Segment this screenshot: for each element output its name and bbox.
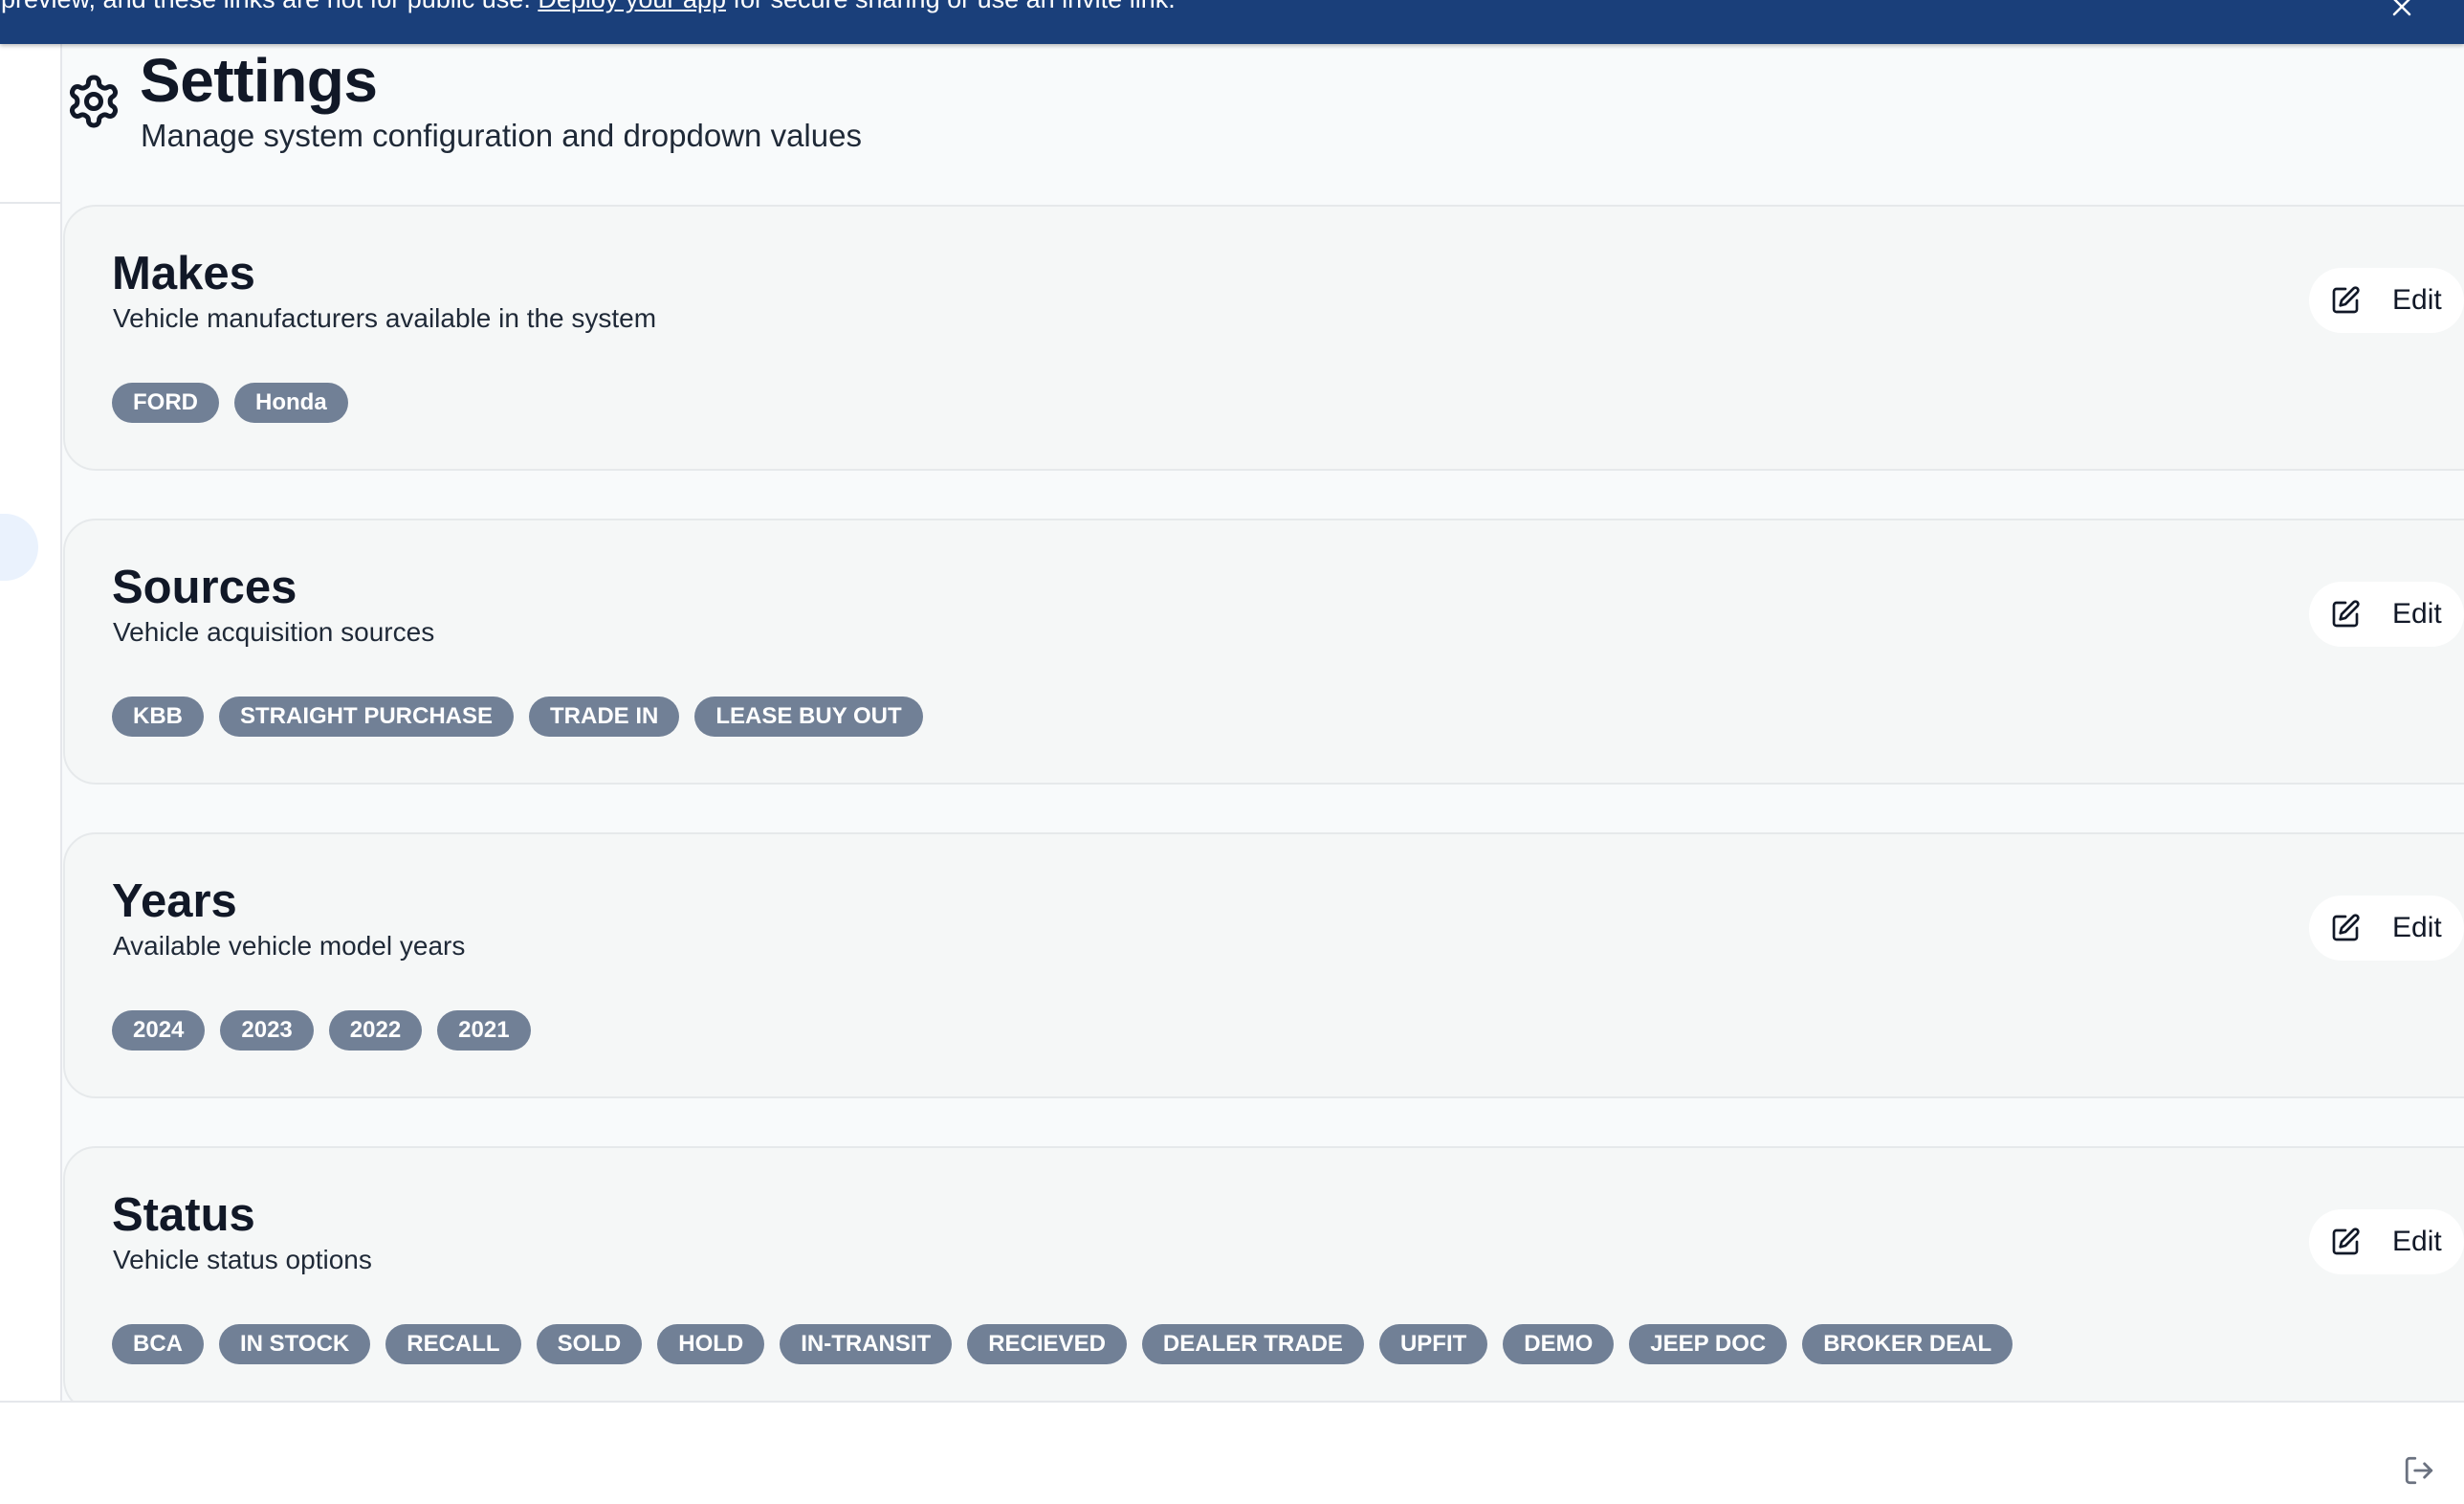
- close-icon[interactable]: [2389, 0, 2414, 19]
- chip: LEASE BUY OUT: [694, 697, 923, 737]
- edit-label: Edit: [2392, 598, 2442, 630]
- chip: TRADE IN: [529, 697, 680, 737]
- chip: 2021: [437, 1010, 531, 1051]
- chip: RECALL: [385, 1324, 521, 1364]
- card-title: Status: [112, 1189, 255, 1241]
- deploy-app-link[interactable]: Deploy your app: [538, 0, 726, 13]
- edit-icon: [2330, 913, 2361, 943]
- chip: KBB: [112, 697, 204, 737]
- card-description: Vehicle status options: [113, 1245, 372, 1274]
- chip-list: 2024 2023 2022 2021: [112, 1010, 531, 1051]
- card-title: Years: [112, 875, 237, 927]
- edit-status-button[interactable]: Edit: [2309, 1209, 2464, 1274]
- chip: IN-TRANSIT: [780, 1324, 953, 1364]
- chip: SOLD: [536, 1324, 643, 1364]
- chip-list: BCA IN STOCK RECALL SOLD HOLD IN-TRANSIT…: [112, 1324, 2013, 1364]
- banner-message: t preview, and these links are not for p…: [0, 0, 1176, 12]
- edit-years-button[interactable]: Edit: [2309, 896, 2464, 961]
- preview-banner: t preview, and these links are not for p…: [0, 0, 2464, 44]
- chip: IN STOCK: [219, 1324, 371, 1364]
- edit-label: Edit: [2392, 1226, 2442, 1257]
- card-description: Vehicle acquisition sources: [113, 617, 435, 647]
- years-card: Years Available vehicle model years 2024…: [63, 832, 2464, 1098]
- chip-list: FORD Honda: [112, 383, 348, 423]
- card-description: Available vehicle model years: [113, 931, 466, 961]
- page-subtitle: Manage system configuration and dropdown…: [141, 118, 862, 153]
- chip: STRAIGHT PURCHASE: [219, 697, 515, 737]
- gear-icon: [65, 73, 122, 130]
- sidebar-active-item[interactable]: [0, 514, 38, 581]
- chip: BROKER DEAL: [1802, 1324, 2013, 1364]
- chip: DEMO: [1503, 1324, 1615, 1364]
- chip: BCA: [112, 1324, 204, 1364]
- chip: UPFIT: [1378, 1324, 1488, 1364]
- chip-list: KBB STRAIGHT PURCHASE TRADE IN LEASE BUY…: [112, 697, 923, 737]
- chip: HOLD: [657, 1324, 765, 1364]
- edit-icon: [2330, 285, 2361, 316]
- footer: [0, 1401, 2464, 1504]
- main-content: Settings Manage system configuration and…: [62, 44, 2464, 1401]
- card-description: Vehicle manufacturers available in the s…: [113, 303, 657, 333]
- edit-label: Edit: [2392, 284, 2442, 316]
- chip: JEEP DOC: [1629, 1324, 1788, 1364]
- chip: DEALER TRADE: [1141, 1324, 1364, 1364]
- edit-makes-button[interactable]: Edit: [2309, 268, 2464, 333]
- chip: FORD: [112, 383, 219, 423]
- edit-sources-button[interactable]: Edit: [2309, 582, 2464, 647]
- status-card: Status Vehicle status options BCA IN STO…: [63, 1146, 2464, 1401]
- banner-text-before: t preview, and these links are not for p…: [0, 0, 531, 13]
- makes-card: Makes Vehicle manufacturers available in…: [63, 205, 2464, 471]
- banner-text-after: for secure sharing or use an invite link…: [733, 0, 1175, 13]
- page-title: Settings: [140, 46, 378, 115]
- logout-icon[interactable]: [2403, 1454, 2435, 1487]
- card-title: Sources: [112, 562, 297, 613]
- sources-card: Sources Vehicle acquisition sources KBB …: [63, 519, 2464, 785]
- chip: RECIEVED: [967, 1324, 1127, 1364]
- chip: 2023: [220, 1010, 314, 1051]
- card-title: Makes: [112, 248, 255, 299]
- sidebar-divider: [0, 202, 61, 204]
- chip: 2022: [328, 1010, 423, 1051]
- edit-icon: [2330, 1227, 2361, 1257]
- sidebar: [0, 44, 62, 1401]
- chip: 2024: [112, 1010, 206, 1051]
- edit-icon: [2330, 599, 2361, 630]
- chip: Honda: [234, 383, 348, 423]
- edit-label: Edit: [2392, 912, 2442, 943]
